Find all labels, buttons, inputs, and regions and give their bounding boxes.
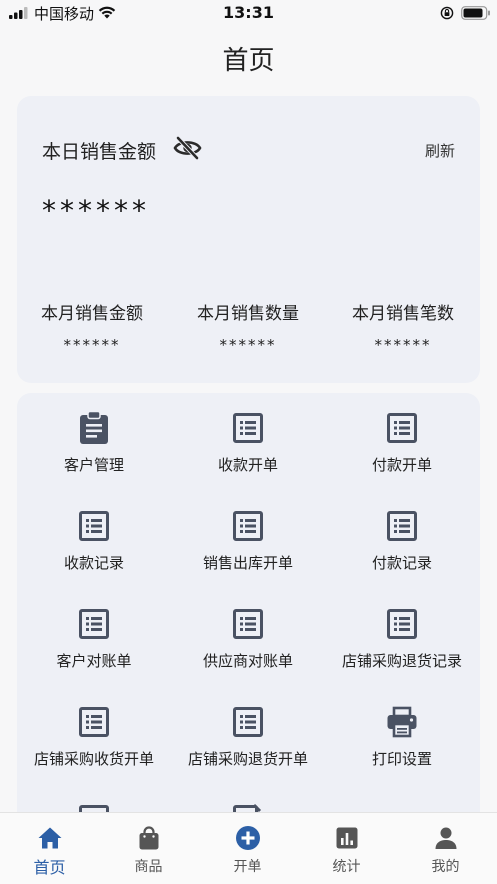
home-icon [38,827,62,849]
tab-create-order[interactable]: 开单 [198,813,297,884]
clipboard-icon [80,411,108,444]
cellular-signal-icon [9,7,28,19]
list-icon [233,707,263,737]
tab-products[interactable]: 商品 [99,813,198,884]
menu-item-label: 销售出库开单 [202,554,293,572]
menu-item-label: 客户管理 [63,456,124,474]
shopping-bag-icon [139,826,159,850]
menu-item-receipt-order[interactable]: 收款开单 [171,393,325,483]
menu-item-receipt-records[interactable]: 收款记录 [17,491,171,581]
menu-item-store-purchase-return-order[interactable]: 店铺采购退货开单 [171,687,325,777]
carrier-name: 中国移动 [34,5,95,23]
menu-item-supplier-statement[interactable]: 供应商对账单 [171,589,325,679]
tab-label: 我的 [431,859,460,875]
menu-item-label: 供应商对账单 [202,652,293,670]
menu-item-print-settings[interactable]: 打印设置 [325,687,479,777]
orientation-lock-icon [440,6,454,20]
menu-item-label: 付款开单 [371,456,432,474]
menu-item-sales-outbound-order[interactable]: 销售出库开单 [171,491,325,581]
menu-item-payment-records[interactable]: 付款记录 [325,491,479,581]
menu-item-label: 客户对账单 [56,652,132,670]
menu-item-customer-statement[interactable]: 客户对账单 [17,589,171,679]
menu-item-label: 付款记录 [371,554,432,572]
printer-icon [387,706,417,738]
today-sales-label: 本日销售金额 [42,141,157,163]
list-icon [387,413,417,443]
list-icon [387,511,417,541]
person-icon [435,827,457,849]
menu-item-label: 收款记录 [63,554,124,572]
menu-item-store-purchase-receipt-order[interactable]: 店铺采购收货开单 [17,687,171,777]
tab-label: 首页 [33,858,66,877]
stat-value: ****** [63,336,121,354]
bar-chart-icon [336,827,358,849]
menu-item-label: 收款开单 [217,456,278,474]
stat-label: 本月销售金额 [41,304,143,324]
sales-summary-card: 本日销售金额 刷新 ****** 本月销售金额 ****** 本月销售数量 **… [17,96,480,383]
tab-statistics[interactable]: 统计 [297,813,396,884]
function-menu-grid: 客户管理 收款开单 付款开单 收款记录 销售出库开单 付款记录 客户对账单 供应… [17,393,480,833]
menu-item-store-purchase-return-records[interactable]: 店铺采购退货记录 [325,589,479,679]
menu-item-customer-management[interactable]: 客户管理 [17,393,171,483]
eye-off-icon[interactable] [173,135,202,161]
stat-label: 本月销售数量 [197,304,299,324]
list-icon [79,511,109,541]
list-icon [233,609,263,639]
menu-item-label: 店铺采购退货开单 [187,750,308,768]
refresh-button[interactable]: 刷新 [425,140,455,161]
menu-item-payment-order[interactable]: 付款开单 [325,393,479,483]
page-title: 首页 [222,46,275,76]
month-sales-quantity-stat: 本月销售数量 ****** [173,299,323,354]
list-icon [387,609,417,639]
battery-icon [461,6,490,20]
bottom-tab-bar: 首页 商品 开单 统计 我的 [0,812,497,884]
tab-label: 统计 [332,859,361,875]
status-bar: 中国移动 13:31 [0,0,497,28]
stat-value: ****** [374,336,432,354]
menu-item-label: 店铺采购退货记录 [341,652,462,670]
tab-label: 开单 [233,859,262,875]
menu-item-label: 打印设置 [371,750,432,768]
tab-home[interactable]: 首页 [0,813,99,884]
month-sales-count-stat: 本月销售笔数 ****** [328,299,478,354]
wifi-icon [98,6,116,19]
list-icon [79,609,109,639]
stat-label: 本月销售笔数 [352,304,454,324]
month-sales-amount-stat: 本月销售金额 ****** [17,299,167,354]
list-icon [79,707,109,737]
tab-profile[interactable]: 我的 [396,813,495,884]
list-icon [233,413,263,443]
tab-label: 商品 [134,859,163,875]
list-icon [233,511,263,541]
plus-circle-icon [236,826,260,850]
menu-item-label: 店铺采购收货开单 [33,750,154,768]
stat-value: ****** [219,336,277,354]
today-sales-value: ****** [42,194,150,227]
